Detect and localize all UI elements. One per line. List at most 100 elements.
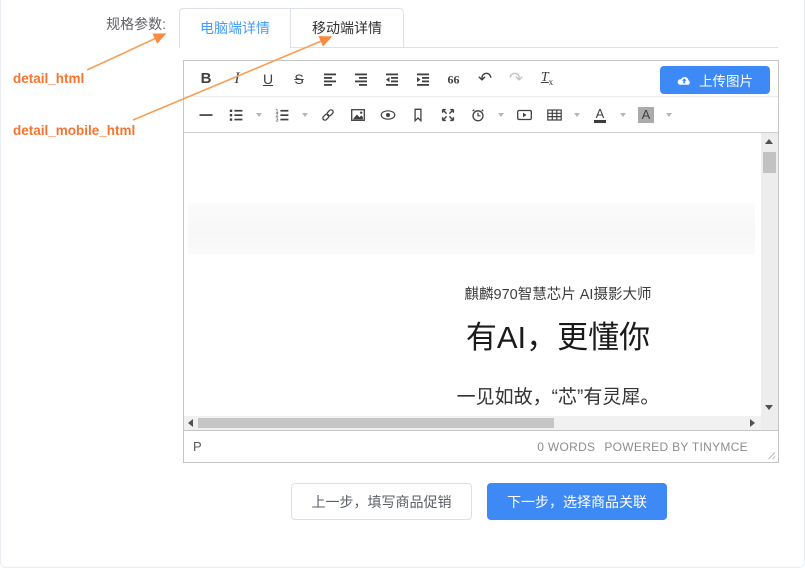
- bullet-list-caret[interactable]: [252, 102, 266, 128]
- media-icon: [516, 109, 532, 120]
- bullet-list-icon: [229, 109, 243, 121]
- outdent-button[interactable]: [378, 66, 406, 92]
- insert-image-button[interactable]: [344, 102, 372, 128]
- forecolor-button[interactable]: A: [586, 102, 614, 128]
- chevron-down-icon: [256, 112, 262, 117]
- link-icon: [322, 108, 334, 121]
- svg-text:3: 3: [276, 117, 279, 121]
- undo-button[interactable]: ↶: [471, 66, 499, 92]
- numbered-list-button[interactable]: 1 2 3: [268, 102, 296, 128]
- blockquote-icon: 66: [447, 72, 459, 86]
- horizontal-rule-button[interactable]: [192, 102, 220, 128]
- horizontal-scrollbar-track[interactable]: [184, 416, 761, 430]
- editor-status-bar: P 0 WORDS POWERED BY TINYMCE: [184, 430, 778, 462]
- horizontal-rule-icon: [199, 113, 213, 116]
- table-caret[interactable]: [570, 102, 584, 128]
- underline-button[interactable]: U: [254, 66, 282, 92]
- cloud-upload-icon: [677, 77, 690, 85]
- numbered-list-caret[interactable]: [298, 102, 312, 128]
- align-right-button[interactable]: [347, 66, 375, 92]
- bullet-list-button[interactable]: [222, 102, 250, 128]
- table-button[interactable]: [540, 102, 568, 128]
- content-line-3: 一见如故，“芯”有灵犀。: [456, 387, 660, 408]
- bold-icon: B: [200, 70, 212, 87]
- annotation-detail-html: detail_html: [13, 71, 85, 86]
- numbered-list-icon: 1 2 3: [276, 108, 289, 122]
- backcolor-caret[interactable]: [662, 102, 676, 128]
- prev-step-button[interactable]: 上一步，填写商品促销: [291, 483, 472, 520]
- content-line-2: 有AI，更懂你: [465, 320, 651, 355]
- fullscreen-button[interactable]: [434, 102, 462, 128]
- scrollbar-corner: [761, 416, 778, 430]
- annotation-detail-mobile-html: detail_mobile_html: [13, 123, 136, 138]
- scroll-right-icon[interactable]: [750, 419, 755, 427]
- vertical-scrollbar-thumb[interactable]: [763, 152, 776, 173]
- content-image-band: [188, 203, 755, 254]
- preview-button[interactable]: [374, 102, 402, 128]
- upload-image-button[interactable]: 上传图片: [660, 66, 770, 94]
- tinymce-branding: POWERED BY TINYMCE: [604, 439, 748, 454]
- strikethrough-icon: S: [294, 70, 304, 87]
- underline-icon: U: [262, 70, 274, 87]
- outdent-icon: [386, 73, 398, 86]
- tab-mobile-detail[interactable]: 移动端详情: [290, 8, 404, 47]
- toolbar-row-2: 1 2 3 A A: [184, 97, 778, 133]
- vertical-scrollbar[interactable]: [761, 133, 778, 416]
- table-icon: [546, 108, 562, 121]
- italic-icon: I: [234, 69, 240, 87]
- align-right-icon: [355, 73, 367, 86]
- forecolor-caret[interactable]: [616, 102, 630, 128]
- chevron-down-icon: [620, 112, 626, 117]
- insert-datetime-caret[interactable]: [494, 102, 508, 128]
- horizontal-scrollbar-thumb[interactable]: [198, 418, 554, 428]
- product-edit-panel: 规格参数: detail_html detail_mobile_html 电脑端…: [0, 0, 805, 568]
- content-line-1: 麒麟970智慧芯片 AI摄影大师: [464, 287, 652, 303]
- eye-icon: [380, 109, 396, 120]
- forecolor-icon: A: [593, 105, 607, 123]
- undo-icon: ↶: [477, 69, 493, 88]
- resize-grip-icon[interactable]: [765, 449, 775, 459]
- next-step-button[interactable]: 下一步，选择商品关联: [487, 483, 667, 520]
- upload-image-label: 上传图片: [699, 74, 753, 89]
- chevron-down-icon: [302, 112, 308, 117]
- scroll-up-icon[interactable]: [765, 139, 773, 144]
- align-left-icon: [324, 73, 336, 86]
- chevron-down-icon: [666, 112, 672, 117]
- element-path[interactable]: P: [193, 439, 202, 454]
- remove-format-button[interactable]: Tx: [533, 66, 561, 92]
- status-right: 0 WORDS POWERED BY TINYMCE: [537, 431, 748, 462]
- chevron-down-icon: [574, 112, 580, 117]
- blockquote-button[interactable]: 66: [440, 66, 468, 92]
- horizontal-scrollbar[interactable]: [184, 416, 778, 430]
- indent-icon: [417, 73, 429, 86]
- redo-icon: ↷: [508, 69, 524, 88]
- scroll-down-icon[interactable]: [765, 405, 773, 410]
- backcolor-button[interactable]: A: [632, 102, 660, 128]
- image-icon: [351, 108, 365, 121]
- editor-content-area[interactable]: 麒麟970智慧芯片 AI摄影大师 有AI，更懂你 一见如故，“芯”有灵犀。: [184, 133, 778, 416]
- remove-format-icon: Tx: [540, 70, 554, 87]
- detail-tabs: 电脑端详情 移动端详情: [179, 8, 778, 48]
- link-button[interactable]: [314, 102, 342, 128]
- spec-params-label: 规格参数:: [106, 16, 166, 32]
- align-left-button[interactable]: [316, 66, 344, 92]
- scroll-left-icon[interactable]: [188, 419, 193, 427]
- bold-button[interactable]: B: [192, 66, 220, 92]
- clock-icon: [472, 108, 484, 121]
- insert-datetime-button[interactable]: [464, 102, 492, 128]
- bookmark-icon: [414, 108, 422, 122]
- tab-pc-detail[interactable]: 电脑端详情: [179, 8, 291, 48]
- svg-text:66: 66: [447, 72, 459, 86]
- fullscreen-icon: [441, 108, 455, 121]
- redo-button[interactable]: ↷: [502, 66, 530, 92]
- strikethrough-button[interactable]: S: [285, 66, 313, 92]
- backcolor-icon: A: [637, 106, 655, 123]
- chevron-down-icon: [498, 112, 504, 117]
- indent-button[interactable]: [409, 66, 437, 92]
- arrow-to-pc-tab: [86, 33, 167, 71]
- italic-button[interactable]: I: [223, 66, 251, 92]
- media-button[interactable]: [510, 102, 538, 128]
- rich-text-editor: 上传图片 B I U S 66 ↶ ↷ Tx 1 2 3 A A 麒麟970智慧…: [183, 60, 779, 463]
- anchor-button[interactable]: [404, 102, 432, 128]
- word-count: 0 WORDS: [537, 439, 596, 454]
